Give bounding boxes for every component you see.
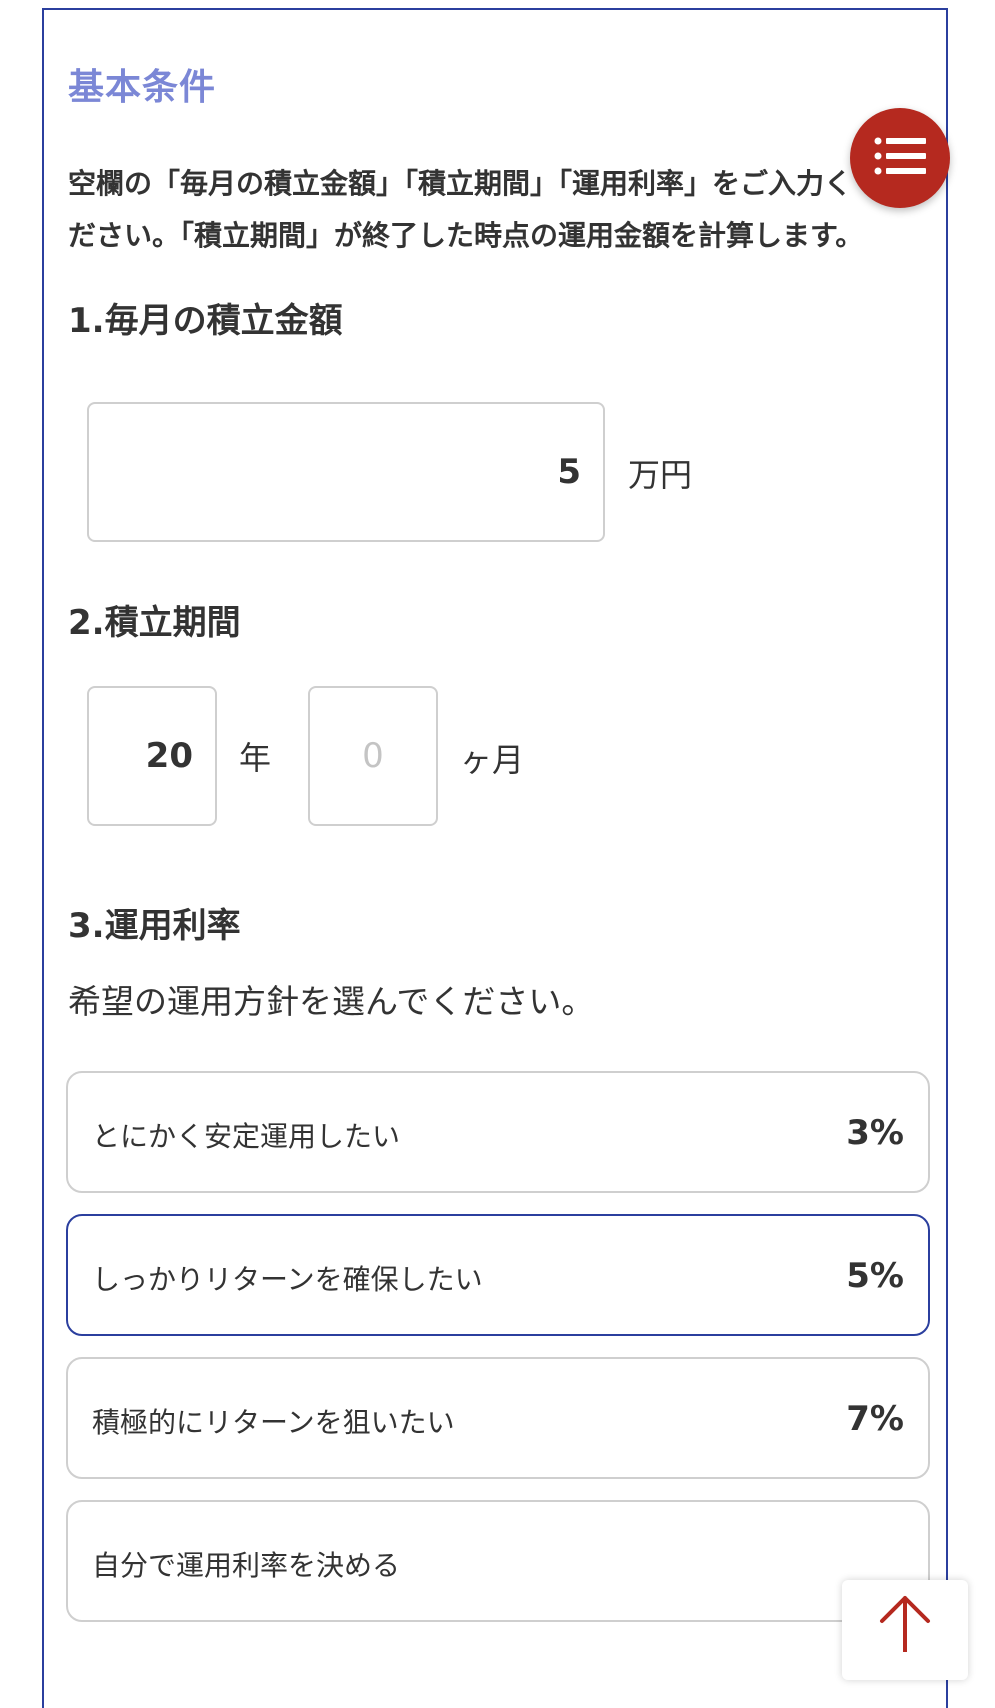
rate-option-aggressive[interactable]: 積極的にリターンを狙いたい 7%	[66, 1357, 930, 1479]
arrow-up-icon	[878, 1594, 932, 1680]
intro-line-1: 空欄の「毎月の積立金額」「積立期間」「運用利率」をご入力く	[68, 167, 853, 200]
rate-option-value: 3%	[846, 1113, 904, 1153]
period-label: 2.積立期間	[68, 603, 241, 643]
monthly-amount-unit: 万円	[628, 456, 693, 494]
rate-option-value: 5%	[846, 1256, 904, 1296]
list-menu-icon	[874, 136, 926, 180]
rate-option-label: 自分で運用利率を決める	[92, 1549, 401, 1582]
scroll-to-top-button[interactable]	[842, 1580, 968, 1680]
rate-label: 3.運用利率	[68, 906, 241, 946]
intro-text: 空欄の「毎月の積立金額」「積立期間」「運用利率」をご入力く ださい。「積立期間」…	[68, 158, 928, 262]
rate-option-secure-return[interactable]: しっかりリターンを確保したい 5%	[66, 1214, 930, 1336]
period-years-unit: 年	[239, 739, 272, 777]
intro-line-2: ださい。「積立期間」が終了した時点の運用金額を計算します。	[68, 219, 864, 252]
rate-option-value: 7%	[846, 1399, 904, 1439]
period-months-input[interactable]: 0	[308, 686, 438, 826]
monthly-amount-input[interactable]: 5	[87, 402, 605, 542]
rate-option-label: とにかく安定運用したい	[92, 1120, 401, 1153]
rate-option-label: しっかりリターンを確保したい	[92, 1263, 483, 1296]
rate-hint: 希望の運用方針を選んでください。	[68, 982, 595, 1021]
monthly-amount-label: 1.毎月の積立金額	[68, 301, 343, 341]
period-years-input[interactable]: 20	[87, 686, 217, 826]
period-months-unit: ヶ月	[460, 741, 525, 779]
rate-option-stable[interactable]: とにかく安定運用したい 3%	[66, 1071, 930, 1193]
menu-button[interactable]	[850, 108, 950, 208]
section-heading: 基本条件	[68, 67, 217, 108]
rate-option-custom[interactable]: 自分で運用利率を決める	[66, 1500, 930, 1622]
rate-option-label: 積極的にリターンを狙いたい	[92, 1406, 455, 1439]
